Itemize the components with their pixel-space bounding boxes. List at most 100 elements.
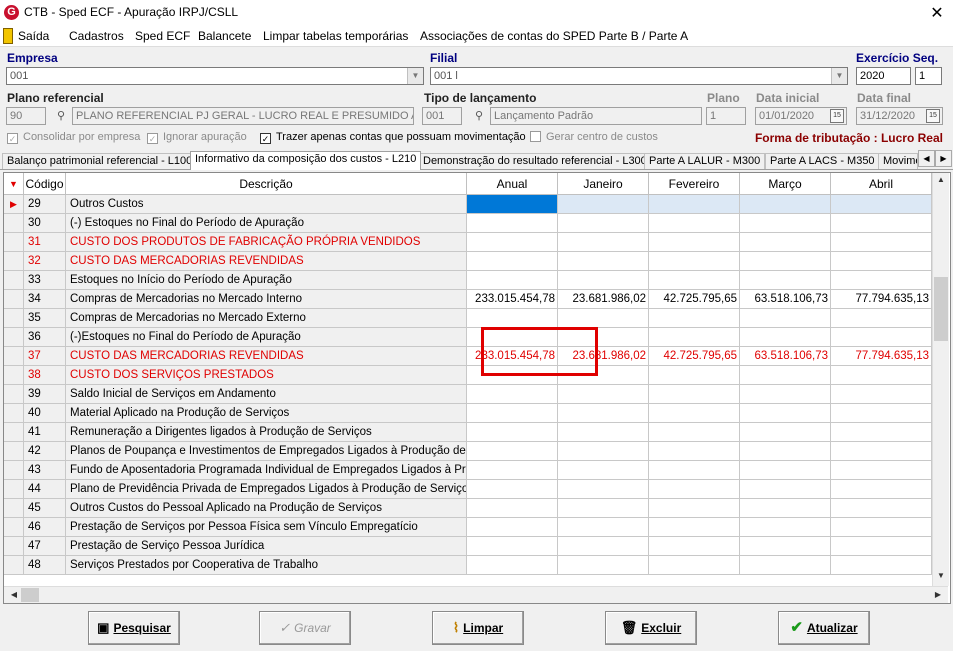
cell-code[interactable]: 43 bbox=[24, 461, 66, 480]
empresa-combo[interactable]: 001 ▼ bbox=[6, 67, 424, 85]
cell-mar[interactable] bbox=[740, 480, 831, 499]
h-scroll-thumb[interactable] bbox=[21, 588, 39, 602]
row-indicator[interactable] bbox=[4, 442, 24, 461]
cell-code[interactable]: 32 bbox=[24, 252, 66, 271]
cell-fev[interactable] bbox=[649, 423, 740, 442]
cell-fev[interactable] bbox=[649, 480, 740, 499]
cell-anual[interactable] bbox=[467, 537, 558, 556]
scroll-left-icon[interactable]: ◀ bbox=[6, 590, 22, 599]
cell-abr[interactable]: 77.794.635,13 bbox=[831, 347, 932, 366]
row-indicator[interactable] bbox=[4, 385, 24, 404]
cell-code[interactable]: 46 bbox=[24, 518, 66, 537]
table-row[interactable]: 39 Saldo Inicial de Serviços em Andamento bbox=[4, 385, 932, 404]
cell-anual[interactable] bbox=[467, 271, 558, 290]
cell-jan[interactable]: 23.681.986,02 bbox=[558, 290, 649, 309]
cell-mar[interactable]: 63.518.106,73 bbox=[740, 347, 831, 366]
cell-desc[interactable]: CUSTO DAS MERCADORIAS REVENDIDAS bbox=[66, 252, 467, 271]
cell-code[interactable]: 34 bbox=[24, 290, 66, 309]
cell-desc[interactable]: CUSTO DOS PRODUTOS DE FABRICAÇÃO PRÓPRIA… bbox=[66, 233, 467, 252]
scroll-down-icon[interactable]: ▼ bbox=[933, 571, 949, 580]
row-indicator[interactable] bbox=[4, 347, 24, 366]
row-indicator[interactable] bbox=[4, 328, 24, 347]
cell-code[interactable]: 47 bbox=[24, 537, 66, 556]
col-header-fevereiro[interactable]: Fevereiro bbox=[649, 173, 740, 195]
cell-anual[interactable] bbox=[467, 252, 558, 271]
cell-mar[interactable] bbox=[740, 499, 831, 518]
cell-jan[interactable] bbox=[558, 518, 649, 537]
table-row[interactable]: 47 Prestação de Serviço Pessoa Jurídica bbox=[4, 537, 932, 556]
cell-mar[interactable] bbox=[740, 518, 831, 537]
cell-mar[interactable] bbox=[740, 461, 831, 480]
col-header-anual[interactable]: Anual bbox=[467, 173, 558, 195]
cell-jan[interactable] bbox=[558, 214, 649, 233]
row-indicator[interactable] bbox=[4, 480, 24, 499]
table-row[interactable]: 32 CUSTO DAS MERCADORIAS REVENDIDAS bbox=[4, 252, 932, 271]
cell-abr[interactable]: 77.794.635,13 bbox=[831, 290, 932, 309]
cell-fev[interactable] bbox=[649, 537, 740, 556]
cell-abr[interactable] bbox=[831, 252, 932, 271]
cell-abr[interactable] bbox=[831, 442, 932, 461]
cell-mar[interactable] bbox=[740, 537, 831, 556]
cell-desc[interactable]: (-) Estoques no Final do Período de Apur… bbox=[66, 214, 467, 233]
cell-desc[interactable]: Fundo de Aposentadoria Programada Indivi… bbox=[66, 461, 467, 480]
cell-fev[interactable] bbox=[649, 404, 740, 423]
row-indicator[interactable] bbox=[4, 271, 24, 290]
cell-mar[interactable] bbox=[740, 556, 831, 575]
cell-abr[interactable] bbox=[831, 309, 932, 328]
cell-anual[interactable] bbox=[467, 366, 558, 385]
table-row[interactable]: 44 Plano de Previdência Privada de Empreg… bbox=[4, 480, 932, 499]
cell-anual[interactable] bbox=[467, 404, 558, 423]
horizontal-scrollbar[interactable]: ◀ ▶ bbox=[4, 586, 948, 603]
cell-abr[interactable] bbox=[831, 404, 932, 423]
cell-mar[interactable] bbox=[740, 423, 831, 442]
menu-sped-ecf[interactable]: Sped ECF bbox=[135, 29, 190, 43]
data-grid[interactable]: ▼ Código Descrição Anual Janeiro Feverei… bbox=[3, 172, 951, 604]
menu-saida[interactable]: Saída bbox=[18, 29, 49, 43]
cell-code[interactable]: 30 bbox=[24, 214, 66, 233]
cell-fev[interactable]: 42.725.795,65 bbox=[649, 347, 740, 366]
cell-code[interactable]: 33 bbox=[24, 271, 66, 290]
cell-mar[interactable] bbox=[740, 366, 831, 385]
col-header-descricao[interactable]: Descrição bbox=[66, 173, 467, 195]
cell-anual[interactable] bbox=[467, 328, 558, 347]
cell-abr[interactable] bbox=[831, 423, 932, 442]
cell-jan[interactable] bbox=[558, 252, 649, 271]
cell-jan[interactable] bbox=[558, 309, 649, 328]
cell-anual[interactable] bbox=[467, 499, 558, 518]
cell-fev[interactable] bbox=[649, 385, 740, 404]
cell-mar[interactable] bbox=[740, 328, 831, 347]
menu-associacoes[interactable]: Associações de contas do SPED Parte B / … bbox=[420, 29, 688, 43]
col-header-abril[interactable]: Abril bbox=[831, 173, 932, 195]
close-icon[interactable]: ✕ bbox=[927, 3, 947, 23]
cell-abr[interactable] bbox=[831, 195, 932, 214]
cell-abr[interactable] bbox=[831, 537, 932, 556]
cell-desc[interactable]: Outros Custos bbox=[66, 195, 467, 214]
cell-abr[interactable] bbox=[831, 271, 932, 290]
tab-l300[interactable]: Demonstração do resultado referencial - … bbox=[418, 153, 652, 169]
cell-code[interactable]: 36 bbox=[24, 328, 66, 347]
cell-jan[interactable] bbox=[558, 480, 649, 499]
tab-l210[interactable]: Informativo da composição dos custos - L… bbox=[190, 151, 422, 170]
cell-jan[interactable] bbox=[558, 556, 649, 575]
cell-anual[interactable] bbox=[467, 214, 558, 233]
cell-desc[interactable]: Outros Custos do Pessoal Aplicado na Pro… bbox=[66, 499, 467, 518]
row-indicator[interactable] bbox=[4, 309, 24, 328]
cell-fev[interactable] bbox=[649, 252, 740, 271]
sort-indicator-icon[interactable]: ▼ bbox=[4, 173, 24, 195]
scroll-up-icon[interactable]: ▲ bbox=[933, 175, 949, 184]
cell-anual[interactable] bbox=[467, 233, 558, 252]
tab-m350[interactable]: Parte A LACS - M350 bbox=[765, 153, 880, 169]
cell-code[interactable]: 37 bbox=[24, 347, 66, 366]
row-indicator[interactable] bbox=[4, 556, 24, 575]
cell-desc[interactable]: Prestação de Serviços por Pessoa Física … bbox=[66, 518, 467, 537]
cell-mar[interactable] bbox=[740, 309, 831, 328]
col-header-codigo[interactable]: Código bbox=[24, 173, 66, 195]
cell-mar[interactable] bbox=[740, 195, 831, 214]
table-row[interactable]: 43 Fundo de Aposentadoria Programada Indi… bbox=[4, 461, 932, 480]
row-indicator[interactable] bbox=[4, 499, 24, 518]
tab-l100[interactable]: Balanço patrimonial referencial - L100 bbox=[2, 153, 198, 169]
trazer-checkbox[interactable]: ✓ Trazer apenas contas que possuam movime… bbox=[260, 131, 526, 144]
cell-jan[interactable] bbox=[558, 461, 649, 480]
cell-mar[interactable]: 63.518.106,73 bbox=[740, 290, 831, 309]
cell-abr[interactable] bbox=[831, 499, 932, 518]
